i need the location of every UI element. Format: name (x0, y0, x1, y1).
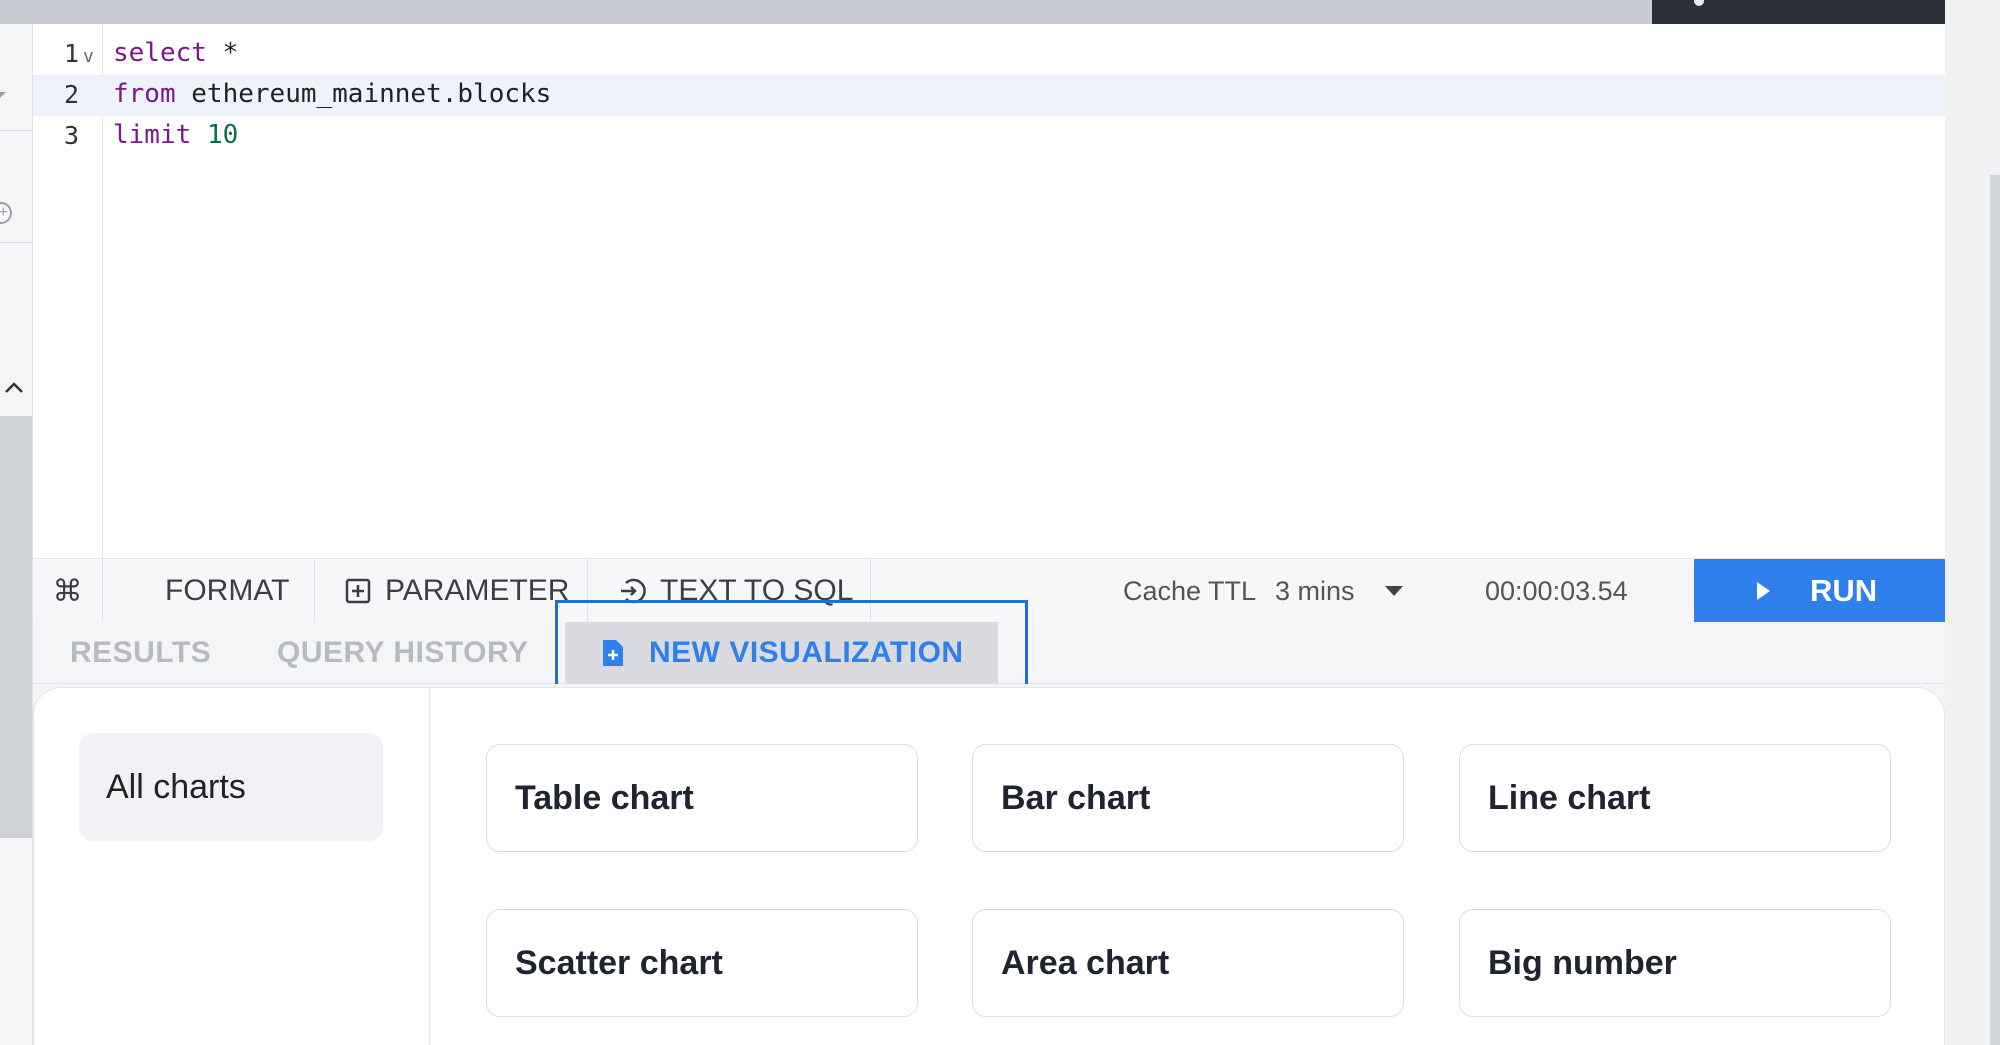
line-number: 3 (63, 121, 79, 150)
visualization-picker: All charts Table chart Bar chart Line ch… (33, 687, 1945, 1045)
run-button[interactable]: RUN (1694, 559, 1945, 623)
sql-editor[interactable]: 1 v 2 3 select * from ethereum_mainnet.b… (33, 24, 1945, 558)
code-line[interactable]: limit 10 (113, 120, 238, 150)
top-bar (0, 0, 1945, 24)
line-number: 2 (63, 80, 79, 109)
fold-chevron-icon[interactable]: v (83, 46, 94, 67)
chart-option-area[interactable]: Area chart (972, 909, 1404, 1017)
chart-category-list: All charts (34, 688, 430, 1045)
code-line[interactable]: from ethereum_mainnet.blocks (113, 79, 551, 109)
cache-ttl-label: Cache TTL (1123, 575, 1257, 606)
chart-option-bar[interactable]: Bar chart (972, 744, 1404, 852)
left-sidebar: + (0, 24, 33, 1045)
sql-keyword: from (113, 79, 176, 109)
sql-keyword: select (113, 38, 207, 68)
add-circle-icon[interactable]: + (0, 202, 12, 224)
category-all-charts[interactable]: All charts (79, 733, 383, 841)
chart-option-table[interactable]: Table chart (486, 744, 918, 852)
visualization-panel: All charts Table chart Bar chart Line ch… (33, 684, 1945, 1045)
chevron-up-icon[interactable] (2, 376, 26, 400)
cache-ttl-select[interactable]: 3 mins (1275, 559, 1355, 623)
sidebar-divider (0, 242, 32, 243)
format-label: FORMAT (165, 574, 290, 607)
chart-option-big-number[interactable]: Big number (1459, 909, 1891, 1017)
tab-query-history[interactable]: QUERY HISTORY (277, 622, 529, 684)
plus-square-icon (345, 578, 371, 604)
format-button[interactable]: FORMAT (103, 559, 315, 623)
parameter-label: PARAMETER (385, 574, 570, 607)
chart-option-line[interactable]: Line chart (1459, 744, 1891, 852)
chart-option-scatter[interactable]: Scatter chart (486, 909, 918, 1017)
tab-results[interactable]: RESULTS (70, 622, 211, 684)
code-line[interactable]: select * (113, 38, 238, 68)
top-bar-button[interactable] (1652, 0, 1945, 24)
sql-text: ethereum_mainnet.blocks (175, 79, 552, 109)
caret-icon[interactable] (0, 90, 10, 100)
run-label: RUN (1810, 573, 1878, 608)
dropdown-caret-icon[interactable] (1385, 586, 1403, 596)
execution-timer: 00:00:03.54 (1485, 575, 1628, 606)
page-scrollbar[interactable] (1990, 175, 2000, 1045)
parameter-button[interactable]: PARAMETER (315, 559, 588, 623)
play-icon (1757, 582, 1770, 600)
sql-text: * (206, 38, 239, 68)
line-number: 1 (63, 39, 79, 68)
command-icon[interactable]: ⌘ (33, 559, 103, 623)
sidebar-divider (0, 130, 32, 131)
sidebar-scrollbar[interactable] (0, 416, 32, 838)
sql-keyword: limit (113, 120, 192, 150)
sql-number: 10 (206, 120, 239, 150)
